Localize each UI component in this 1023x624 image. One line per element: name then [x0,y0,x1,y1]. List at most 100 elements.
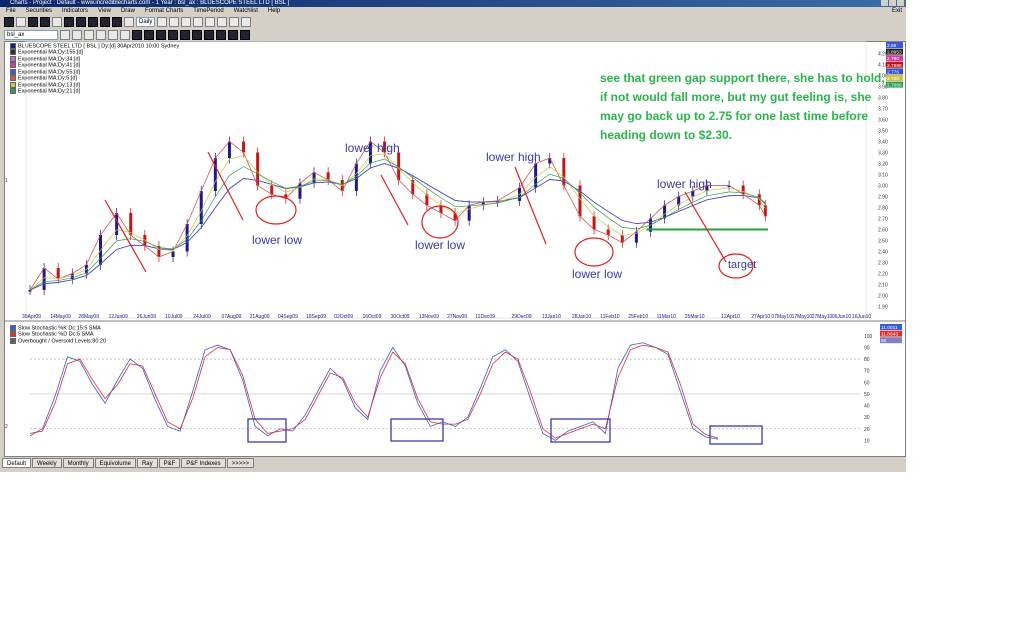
price-and-stochastic-chart: 1.90 2.00 2.10 2.20 2.30 2.40 2.50 2.60 2.70 2.80… [4,41,906,445]
x-tick-label: 25Mar10 [685,314,705,320]
stoch-tick-label: 60 [864,380,870,386]
y-tick-label: 3.00 [878,184,888,190]
x-tick-label: 30Apr09 [22,314,41,320]
ema-line [29,163,766,291]
x-tick-label: 27Apr10 [751,314,770,320]
stoch-badge-label: 11.0011 [881,325,898,331]
annotation-circle [255,195,297,225]
y-tick-label: 2.80 [878,206,888,212]
stoch-tick-label: 50 [864,392,870,398]
candle-body [270,185,274,195]
comment-text: see that green gap support there, she ha… [600,71,885,85]
stoch-tick-label: 10 [864,438,870,444]
x-tick-label: 30Oct09 [391,314,410,320]
annotation-label: lower low [415,238,465,252]
x-tick-label: 27May10 [812,314,833,320]
price-badge-label: 2.8953 [887,50,902,56]
x-tick-label: 16Oct09 [362,314,381,320]
price-badge-label: 2.7888 [887,63,902,69]
price-badge-label: 2.720 [887,76,899,82]
x-tick-label: 18Sep09 [306,314,326,320]
x-tick-label: 04Sep09 [278,314,298,320]
y-tick-label: 2.40 [878,250,888,256]
y-tick-label: 3.80 [878,96,888,102]
candle-body [326,172,330,180]
comment-text: may go back up to 2.75 for one last time… [600,109,868,123]
y-tick-label: 3.70 [878,107,888,113]
x-tick-label: 27Nov09 [447,314,467,320]
stoch-tick-label: 90 [864,345,870,351]
x-tick-label: 14May09 [50,314,71,320]
ema-line [29,163,766,291]
x-tick-label: 28Jan10 [572,314,591,320]
x-tick-label: 21Aug09 [250,314,270,320]
x-tick-label: 07Aug09 [221,314,241,320]
y-tick-label: 2.10 [878,283,888,289]
x-tick-label: 12Apr10 [721,314,740,320]
price-badge-label: 2.776 [887,69,899,75]
y-tick-label: 2.60 [878,228,888,234]
y-tick-label: 2.70 [878,217,888,223]
candle-body [28,290,32,292]
x-tick-label: 11Feb10 [600,314,620,320]
candle-body [592,216,596,230]
y-tick-label: 2.90 [878,195,888,201]
comment-text: heading down to $2.30. [600,128,732,142]
annotation-label: lower low [252,233,302,247]
y-tick-label: 3.10 [878,173,888,179]
x-tick-label: 25Feb10 [628,314,648,320]
price-badge-label: 2.7066 [887,83,902,89]
stoch-tick-label: 100 [864,334,873,340]
y-tick-label: 3.60 [878,118,888,124]
price-badge-label: 2.790 [887,56,899,62]
stoch-tick-label: 20 [864,427,870,433]
y-tick-label: 2.00 [878,294,888,300]
candle-body [129,213,133,235]
x-tick-label: 13Jan10 [542,314,561,320]
annotation-box [550,418,611,443]
y-tick-label: 3.30 [878,151,888,157]
annotation-label: lower low [572,267,622,281]
x-tick-label: 24Jul09 [193,314,211,320]
x-tick-label: 02Oct09 [334,314,353,320]
candle-body [242,141,246,153]
x-tick-label: 17May10 [792,314,813,320]
candle-body [115,213,119,235]
candle-body [56,268,60,279]
candle-body [606,229,610,235]
y-tick-label: 3.40 [878,140,888,146]
x-tick-label: 12Jun09 [109,314,128,320]
annotation-label: lower high [486,150,541,164]
stoch-badge-label: 11.8643 [881,332,898,338]
stoch-tick-label: 80 [864,357,870,363]
stoch-badge-label: 80 [881,338,887,344]
x-tick-label: 11Mar10 [657,314,677,320]
annotation-label: lower high [345,141,400,155]
x-tick-label: 16Jun10 [852,314,871,320]
y-tick-label: 1.90 [878,305,888,311]
price-badge-label: 2.85 [887,43,897,49]
x-tick-label: 06Jun10 [832,314,851,320]
stoch-tick-label: 30 [864,415,870,421]
comment-text: if not would fall more, but my gut feeli… [600,90,872,104]
stoch-tick-label: 40 [864,404,870,410]
x-tick-label: 29Dec09 [512,314,532,320]
x-tick-label: 13Nov09 [419,314,439,320]
pane-number-label: 2 [5,424,8,430]
candle-body [227,141,231,158]
y-tick-label: 2.30 [878,261,888,267]
y-tick-label: 2.50 [878,239,888,245]
y-tick-label: 2.20 [878,272,888,278]
x-tick-label: 28May09 [78,314,99,320]
x-tick-label: 07May10 [771,314,792,320]
trend-line [684,191,727,263]
candle-body [467,205,471,221]
x-tick-label: 11Dec09 [475,314,495,320]
annotation-label: lower high [657,177,712,191]
ema-line [29,163,766,291]
annotation-circle [574,237,614,267]
y-tick-label: 3.20 [878,162,888,168]
stoch-tick-label: 70 [864,369,870,375]
trend-line [380,174,409,226]
pane-number-label: 1 [5,178,8,184]
